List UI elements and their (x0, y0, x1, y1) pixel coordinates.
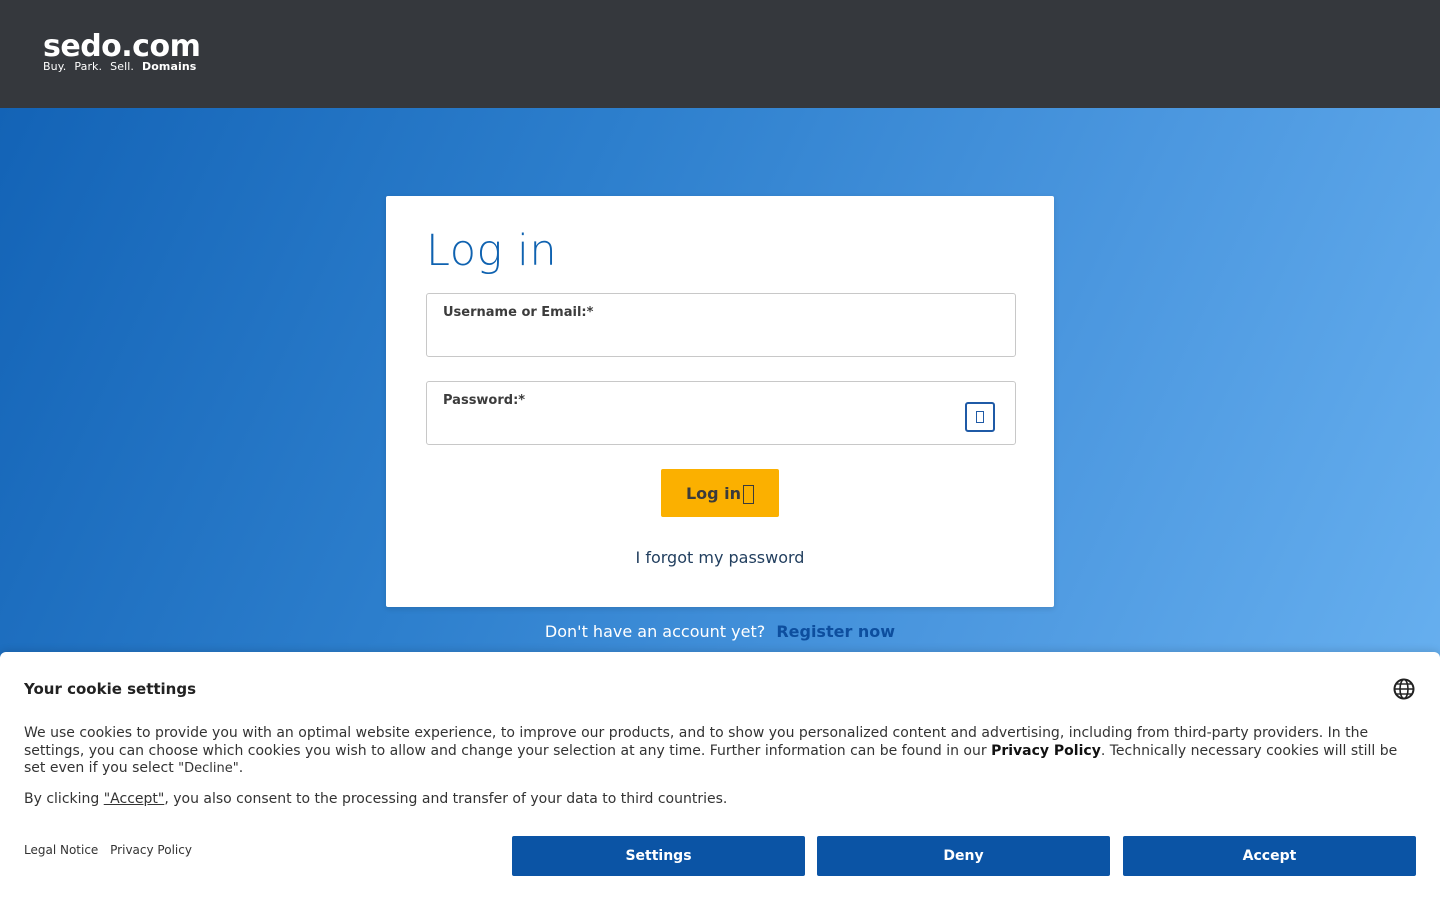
globe-icon[interactable] (1393, 678, 1415, 700)
password-input[interactable] (443, 416, 963, 438)
cookie-settings-button[interactable]: Settings (512, 836, 805, 876)
forgot-password-link[interactable]: I forgot my password (386, 548, 1054, 567)
eye-icon (976, 411, 984, 423)
register-prompt-text: Don't have an account yet? (544, 622, 766, 641)
privacy-policy-inline-link[interactable]: Privacy Policy (991, 743, 1101, 759)
logo-wordmark: sedo.com (43, 29, 201, 64)
register-now-link[interactable]: Register now (776, 622, 895, 641)
privacy-policy-link[interactable]: Privacy Policy (110, 843, 192, 857)
cookie-banner-title: Your cookie settings (24, 680, 197, 698)
tagline-word: Buy. (43, 60, 67, 73)
sedo-logo[interactable]: sedo.com Buy. Park. Sell. Domains (43, 29, 201, 73)
cookie-consent-text: By clicking "Accept", you also consent t… (24, 791, 727, 807)
top-navigation-bar: sedo.com Buy. Park. Sell. Domains (0, 0, 1440, 108)
login-card: Log in Username or Email:* Password:* Lo… (386, 196, 1054, 607)
tagline-word: Domains (142, 60, 197, 73)
decline-reference: "Decline" (178, 761, 239, 776)
logo-tagline: Buy. Park. Sell. Domains (43, 61, 200, 73)
show-password-button[interactable] (965, 402, 995, 432)
consent-text-part: , you also consent to the processing and… (164, 791, 728, 807)
tagline-word: Sell. (110, 60, 134, 73)
cookie-footer-links: Legal Notice Privacy Policy (24, 843, 200, 857)
cookie-text-part: . (238, 760, 244, 776)
register-prompt: Don't have an account yet? Register now (0, 622, 1440, 641)
cookie-accept-button[interactable]: Accept (1123, 836, 1416, 876)
arrow-right-icon (743, 484, 755, 504)
page-title: Log in (426, 226, 558, 276)
login-submit-button[interactable]: Log in (661, 469, 779, 517)
password-label: Password:* (443, 393, 526, 408)
cookie-consent-banner: Your cookie settings We use cookies to p… (0, 652, 1440, 900)
consent-text-part: By clicking (24, 791, 104, 807)
cookie-deny-button[interactable]: Deny (817, 836, 1110, 876)
tagline-word: Park. (74, 60, 103, 73)
accept-reference: "Accept" (103, 791, 165, 807)
login-button-label: Log in (685, 483, 742, 503)
cookie-description: We use cookies to provide you with an op… (24, 725, 1416, 778)
legal-notice-link[interactable]: Legal Notice (24, 843, 98, 857)
password-field[interactable]: Password:* (426, 381, 1016, 445)
username-field[interactable]: Username or Email:* (426, 293, 1016, 357)
username-label: Username or Email:* (443, 305, 594, 320)
username-input[interactable] (443, 328, 963, 350)
